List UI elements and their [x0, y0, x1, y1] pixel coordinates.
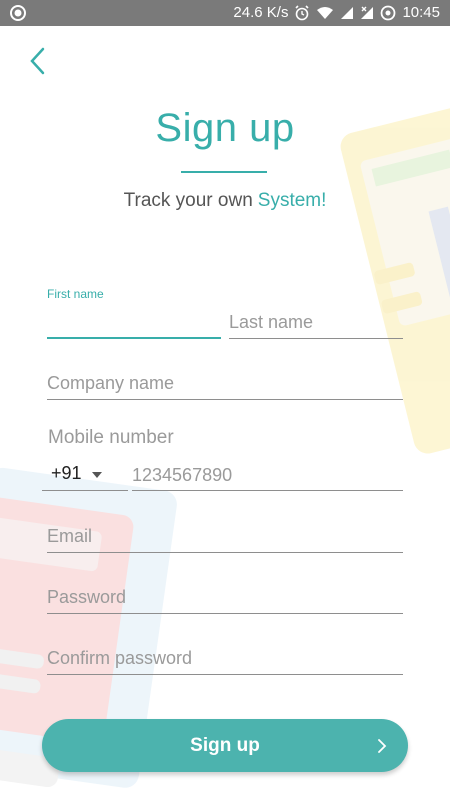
email-placeholder: Email	[47, 526, 93, 546]
data-saver-icon	[381, 5, 396, 21]
email-underline	[47, 552, 403, 553]
company-name-field[interactable]: Company name	[47, 366, 403, 400]
signal-icon	[341, 7, 354, 19]
notification-icon	[10, 5, 26, 21]
signal-off-icon	[361, 6, 374, 19]
password-underline	[47, 613, 403, 614]
alarm-icon	[295, 5, 310, 21]
title-underline	[181, 171, 267, 173]
chevron-right-icon	[378, 739, 387, 753]
status-right: 24.6 K/s 10:45	[233, 4, 440, 22]
network-speed: 24.6 K/s	[233, 4, 289, 21]
mobile-number-field[interactable]: 1234567890	[132, 462, 403, 491]
mobile-number-underline	[132, 490, 403, 491]
page-subtitle: Track your own System!	[0, 190, 450, 212]
wifi-icon	[317, 7, 334, 19]
back-chevron-icon[interactable]	[24, 44, 54, 78]
first-name-label: First name	[47, 287, 104, 301]
password-field[interactable]: Password	[47, 580, 403, 614]
password-placeholder: Password	[47, 587, 127, 607]
first-name-underline	[47, 337, 221, 339]
page-title: Sign up	[155, 106, 295, 150]
sign-up-button-label: Sign up	[190, 735, 260, 756]
sign-up-button[interactable]: Sign up	[42, 719, 408, 772]
clock: 10:45	[402, 4, 440, 21]
last-name-underline	[229, 338, 403, 339]
mobile-number-placeholder: 1234567890	[132, 465, 233, 485]
subtitle-accent: System!	[257, 190, 327, 211]
email-field[interactable]: Email	[47, 519, 403, 553]
first-name-field[interactable]	[47, 305, 221, 339]
confirm-password-underline	[47, 674, 403, 675]
country-code-select[interactable]: +91	[42, 462, 128, 491]
subtitle-text: Track your own	[123, 190, 253, 211]
country-code-value: +91	[51, 463, 82, 483]
last-name-placeholder: Last name	[229, 312, 314, 332]
last-name-field[interactable]: Last name	[229, 305, 403, 339]
dropdown-caret-icon	[92, 472, 102, 478]
confirm-password-placeholder: Confirm password	[47, 648, 193, 668]
company-name-underline	[47, 399, 403, 400]
mobile-number-label: Mobile number	[48, 427, 174, 448]
company-name-placeholder: Company name	[47, 373, 175, 393]
status-bar: 24.6 K/s 10:45	[0, 0, 450, 26]
confirm-password-field[interactable]: Confirm password	[47, 641, 403, 675]
country-code-underline	[42, 490, 128, 491]
